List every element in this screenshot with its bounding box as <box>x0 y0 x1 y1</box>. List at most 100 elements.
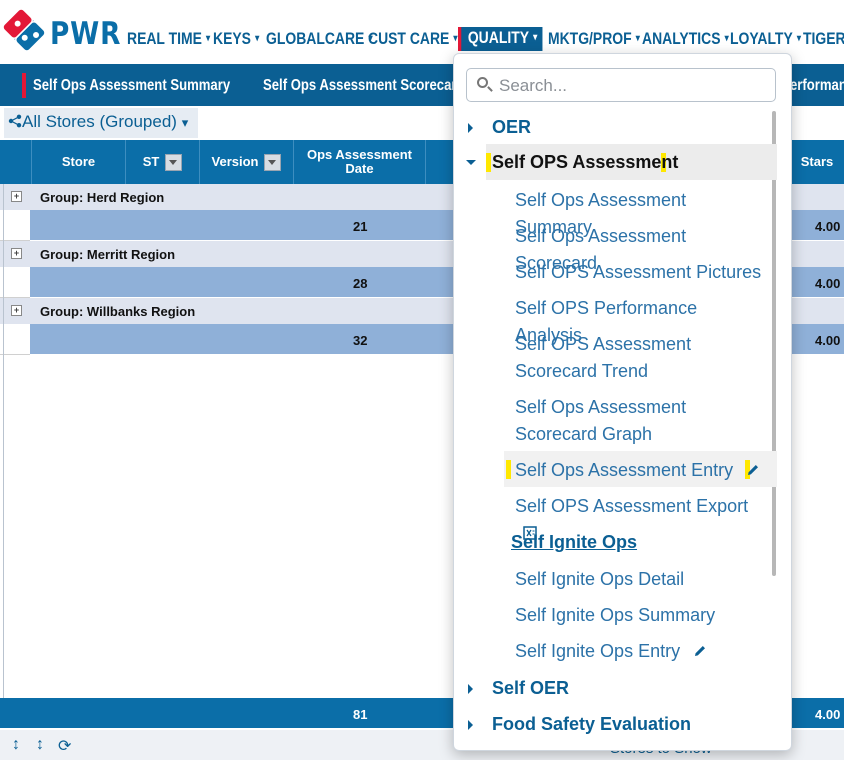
nav-loyalty[interactable]: LOYALTY ▾ <box>730 29 801 51</box>
column-header-store[interactable]: Store <box>32 140 126 184</box>
menu-item-label: Self OPS Assessment Export <box>515 496 749 516</box>
stores-group-selector[interactable]: All Stores (Grouped) ▾ <box>4 108 198 138</box>
section-oer[interactable]: OER <box>454 117 754 141</box>
group-label: Group: Willbanks Region <box>40 304 196 319</box>
nav-label: ANALYTICS <box>642 29 721 48</box>
header-expander-col <box>0 140 32 184</box>
nav-label: KEYS <box>213 29 251 48</box>
nav-label: LOYALTY <box>730 29 793 48</box>
ops-count-cell: 32 <box>353 333 368 348</box>
column-header-st[interactable]: ST <box>126 140 200 184</box>
share-icon <box>8 114 22 128</box>
caret-right-icon <box>468 684 473 694</box>
menu-item-self-ignite-ops-detail[interactable]: Self Ignite Ops Detail <box>515 566 765 593</box>
row-stub <box>0 324 30 355</box>
column-header-stars[interactable]: Stars <box>790 140 844 184</box>
stores-selector-label: All Stores (Grouped) <box>22 112 177 131</box>
expand-icon[interactable]: + <box>11 305 22 316</box>
grid-left-border <box>3 184 4 698</box>
menu-scrollbar[interactable] <box>772 111 776 576</box>
total-count-cell: 81 <box>353 707 368 722</box>
nav-keys[interactable]: KEYS ▾ <box>213 29 259 51</box>
column-filter-button[interactable] <box>264 153 282 171</box>
total-stars-cell: 4.00 <box>815 707 841 722</box>
column-label: ST <box>142 154 160 169</box>
subheading-self-ignite-ops[interactable]: Self Ignite Ops <box>511 532 637 553</box>
tab-self-ops-assessment-summary[interactable]: Self Ops Assessment Summary <box>33 77 230 95</box>
column-label: Stars <box>800 154 834 169</box>
nav-tiger[interactable]: TIGER <box>803 29 844 51</box>
stars-cell: 4.00 <box>815 219 841 234</box>
menu-item-self-ignite-ops-summary[interactable]: Self Ignite Ops Summary <box>515 602 765 629</box>
highlight-marker <box>506 460 511 479</box>
nav-globalcare[interactable]: GLOBALCARE ▾ <box>266 29 373 51</box>
menu-item-self-ignite-ops-entry[interactable]: Self Ignite Ops Entry <box>515 638 765 665</box>
menu-search-input[interactable] <box>497 73 771 99</box>
column-filter-button[interactable] <box>165 153 183 171</box>
menu-item-self-ops-assessment-entry[interactable]: Self Ops Assessment Entry <box>515 457 765 484</box>
chevron-down-icon: ▾ <box>724 33 729 44</box>
brand-title[interactable]: PWR <box>50 16 121 52</box>
ops-count-cell: 21 <box>353 219 368 234</box>
section-self-ops-assessment[interactable]: Self OPS Assessment <box>454 152 754 176</box>
caret-right-icon <box>468 720 473 730</box>
row-stub <box>0 267 30 298</box>
tab-self-ops-assessment-scorecard[interactable]: Self Ops Assessment Scorecard <box>263 77 465 95</box>
group-label: Group: Herd Region <box>40 190 165 205</box>
pencil-icon <box>748 465 759 475</box>
column-label: Store <box>61 154 96 169</box>
caret-down-icon <box>466 160 476 165</box>
chevron-down-icon: ▾ <box>205 33 211 44</box>
expand-rows-icon[interactable]: ↕ <box>12 736 20 754</box>
active-tab-marker <box>22 73 26 98</box>
nav-label: TIGER <box>803 29 844 48</box>
chevron-down-icon: ▾ <box>181 115 189 130</box>
menu-item-label: Self Ignite Ops Entry <box>515 641 681 661</box>
chevron-down-icon: ▾ <box>255 33 260 44</box>
caret-right-icon <box>468 123 473 133</box>
column-header-version[interactable]: Version <box>200 140 294 184</box>
tab-self-ops-performance[interactable]: erforman <box>790 77 844 95</box>
stars-cell: 4.00 <box>815 276 841 291</box>
nav-label: QUALITY <box>467 28 530 47</box>
menu-item-label: Self Ops Assessment Entry <box>515 460 734 480</box>
pencil-icon <box>695 646 706 656</box>
nav-analytics[interactable]: ANALYTICS ▾ <box>642 29 729 51</box>
menu-item-self-ops-assessment-scorecard-graph[interactable]: Self Ops Assessment Scorecard Graph <box>515 394 765 448</box>
section-label: Self OER <box>492 678 570 698</box>
quality-dropdown-menu: OER Self OPS Assessment Self Ops Assessm… <box>453 53 792 751</box>
section-label: OER <box>492 117 532 137</box>
nav-label: CUST CARE <box>368 29 450 48</box>
section-food-safety-evaluation[interactable]: Food Safety Evaluation <box>454 714 754 738</box>
search-icon <box>477 77 488 88</box>
ops-count-cell: 28 <box>353 276 368 291</box>
chevron-down-icon: ▾ <box>453 33 458 44</box>
menu-item-self-ops-assessment-pictures[interactable]: Self OPS Assessment Pictures <box>515 259 765 286</box>
column-header-ops-assessment-date[interactable]: Ops Assessment Date <box>294 140 426 184</box>
row-stub <box>0 210 30 241</box>
nav-quality[interactable]: QUALITY ▾ <box>458 27 543 51</box>
nav-mktg-prof[interactable]: MKTG/PROF ▾ <box>548 29 640 51</box>
nav-real-time[interactable]: REAL TIME ▾ <box>127 29 210 51</box>
section-label: Food Safety Evaluation <box>492 714 692 734</box>
expand-icon[interactable]: + <box>11 191 22 202</box>
column-label: Version <box>211 154 259 169</box>
column-label: Ops Assessment Date <box>306 147 412 176</box>
menu-item-self-ops-assessment-scorecard-trend[interactable]: Self OPS Assessment Scorecard Trend <box>515 331 765 385</box>
dominos-logo-icon[interactable] <box>0 6 48 54</box>
chevron-down-icon: ▾ <box>796 33 801 44</box>
section-self-oer[interactable]: Self OER <box>454 678 754 702</box>
nav-label: MKTG/PROF <box>548 29 632 48</box>
chevron-down-icon: ▾ <box>533 32 538 43</box>
chevron-down-icon: ▾ <box>635 33 640 44</box>
section-label: Self OPS Assessment <box>492 152 679 172</box>
menu-search-box <box>466 68 776 102</box>
group-label: Group: Merritt Region <box>40 247 176 262</box>
expand-icon[interactable]: + <box>11 248 22 259</box>
nav-label: REAL TIME <box>127 29 202 48</box>
collapse-rows-icon[interactable]: ↕ <box>36 736 44 754</box>
stars-cell: 4.00 <box>815 333 841 348</box>
refresh-icon[interactable]: ⟳ <box>58 736 71 756</box>
nav-cust-care[interactable]: CUST CARE ▾ <box>368 29 458 51</box>
nav-label: GLOBALCARE <box>266 29 365 48</box>
